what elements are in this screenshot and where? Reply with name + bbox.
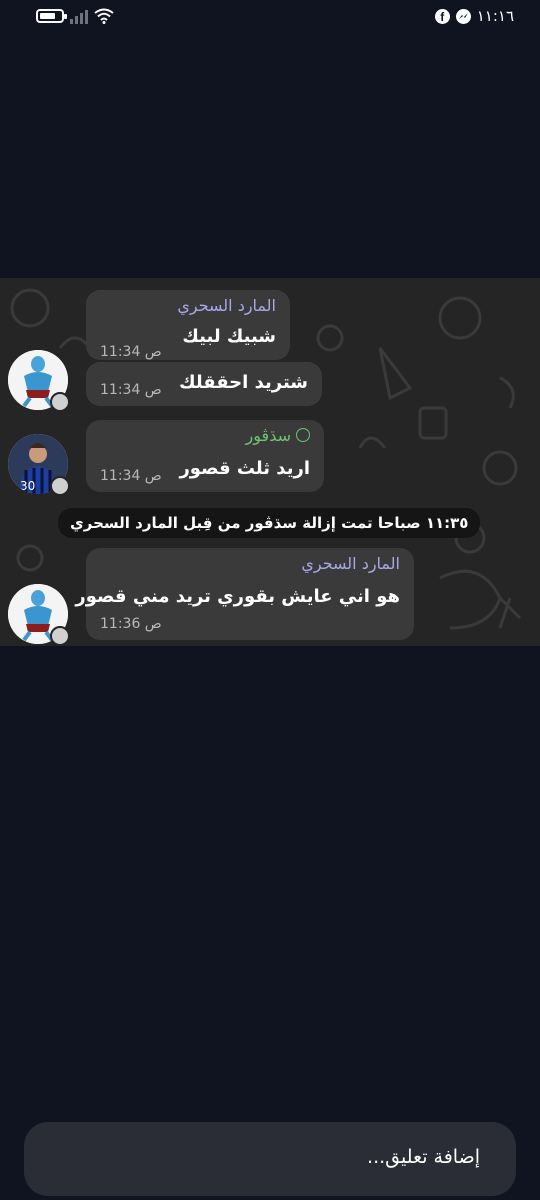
chat-screenshot[interactable]: المارد السحري شبيك لبيك 11:34 ص شتريد اح… <box>0 278 540 646</box>
message-time: 11:34 ص <box>100 382 162 398</box>
message-sender[interactable]: سڌڤور <box>246 426 310 445</box>
signal-icon <box>70 8 88 24</box>
message-bubble-1[interactable]: المارد السحري شبيك لبيك 11:34 ص <box>86 290 290 360</box>
wifi-icon <box>94 8 114 24</box>
message-time: 11:34 ص <box>100 468 162 484</box>
message-text: اريد ثلث قصور <box>179 458 310 479</box>
message-text: شبيك لبيك <box>182 326 276 347</box>
battery-level <box>40 13 55 19</box>
status-right: f ١١:١٦ <box>434 7 514 25</box>
message-bubble-3[interactable]: سڌڤور اريد ثلث قصور 11:34 ص <box>86 420 324 492</box>
battery-icon <box>36 9 67 23</box>
status-left <box>36 8 114 24</box>
facebook-icon: f <box>434 8 450 24</box>
avatar-badge <box>50 392 70 412</box>
message-sender[interactable]: المارد السحري <box>177 296 276 315</box>
message-text: شتريد احققلك <box>179 372 308 393</box>
message-sender[interactable]: المارد السحري <box>301 554 400 573</box>
avatar-badge <box>50 476 70 496</box>
status-bar: f ١١:١٦ <box>0 0 540 36</box>
messenger-icon <box>455 8 471 24</box>
status-time: ١١:١٦ <box>476 7 514 25</box>
sender-name: سڌڤور <box>245 426 291 445</box>
message-time: 11:34 ص <box>100 344 162 360</box>
comment-input[interactable]: إضافة تعليق... <box>24 1122 516 1196</box>
comment-placeholder: إضافة تعليق... <box>367 1146 480 1168</box>
sender-status-icon <box>296 428 310 442</box>
avatar-badge <box>50 626 70 646</box>
message-time: 11:36 ص <box>100 616 162 632</box>
service-message: ١١:٣٥ صباحا تمت إزالة سڌڤور من قِبل الما… <box>58 508 481 538</box>
message-bubble-4[interactable]: المارد السحري هو اني عايش بقوري تريد مني… <box>75 548 414 640</box>
message-bubble-2[interactable]: شتريد احققلك 11:34 ص <box>86 362 322 406</box>
message-text: هو اني عايش بقوري تريد مني قصور <box>75 586 400 607</box>
